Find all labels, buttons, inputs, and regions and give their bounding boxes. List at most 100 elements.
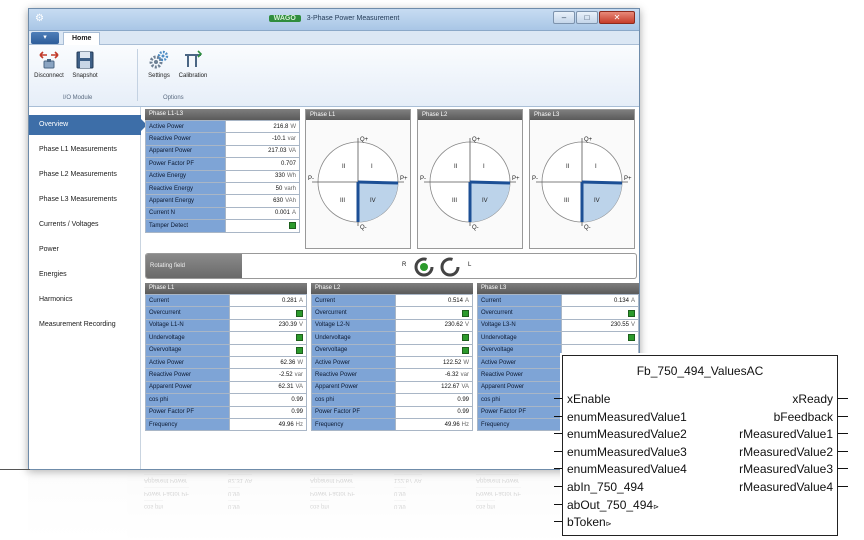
disconnect-label: Disconnect: [34, 73, 64, 79]
sidebar-item-overview[interactable]: Overview: [29, 115, 147, 135]
row-label: Current: [145, 293, 230, 308]
reflection-cell: cos phi: [144, 500, 164, 512]
snapshot-button[interactable]: Snapshot: [69, 49, 101, 79]
row-value: [560, 306, 639, 320]
disconnect-icon: [39, 51, 59, 69]
quadrant-iv-sector: [358, 182, 398, 222]
value-unit: W: [297, 359, 303, 366]
quadrant-label-q-minus: Q-: [360, 225, 367, 231]
fb-output-pin: [838, 468, 848, 470]
value-unit: W: [463, 359, 469, 366]
table-row: Active Power 122.52 W: [311, 355, 474, 370]
quadrant-label-q-plus: Q+: [472, 137, 481, 143]
value-number: 0.99: [291, 409, 303, 416]
phase-table-l2: Phase L2 Current 0.514 A Overcurrent Voltage…: [311, 283, 474, 432]
reflection-cell: cos phi: [476, 500, 496, 512]
sidebar-item-harmonics[interactable]: Harmonics: [29, 290, 141, 310]
fb-input-pin: [554, 468, 562, 470]
save-icon: [76, 51, 94, 69]
row-label: Overvoltage: [145, 343, 230, 357]
sidebar-item-energies[interactable]: Energies: [29, 265, 141, 285]
table-row: Active Power 216.8 W: [144, 119, 300, 134]
quadrant-panel-l2: Phase L2 Q+ Q- P+ P- II I III IV: [417, 109, 523, 249]
sidebar-item-recording[interactable]: Measurement Recording: [29, 315, 141, 335]
fb-output-rMeasuredValue2: rMeasuredValue2: [739, 444, 833, 459]
sidebar-item-phase-l1[interactable]: Phase L1 Measurements: [29, 140, 141, 160]
row-label: Power Factor PF: [311, 405, 396, 419]
row-label: Overvoltage: [311, 343, 396, 357]
fb-input-abOut_750_494: abOut_750_494⊳: [567, 496, 659, 514]
gears-icon: [149, 50, 169, 69]
fb-input-enumMeasuredValue4: enumMeasuredValue4: [567, 460, 687, 478]
row-value: -6.32 var: [394, 368, 474, 382]
value-number: 0.134: [613, 297, 629, 304]
tab-home[interactable]: Home: [63, 32, 101, 45]
row-label: Voltage L3-N: [477, 318, 562, 333]
row-label: Apparent Power: [144, 144, 227, 159]
quadrant-label-p-plus: P+: [512, 176, 520, 182]
value-number: 216.8: [273, 123, 289, 130]
title-bar[interactable]: ⚙ WAGO 3-Phase Power Measurement – □ ✕: [29, 9, 639, 31]
fb-input-xEnable: xEnable: [567, 390, 610, 408]
quadrant-label-q-plus: Q+: [360, 137, 369, 143]
quadrant-label-q3: III: [452, 198, 457, 204]
fb-input-label: abIn_750_494: [567, 480, 644, 494]
disconnect-button[interactable]: Disconnect: [33, 49, 65, 79]
settings-button[interactable]: Settings: [143, 49, 175, 79]
row-label: Power Factor PF: [145, 405, 230, 419]
table-row: Current 0.514 A: [311, 293, 474, 308]
quadrant-label-q3: III: [340, 198, 345, 204]
table-row: Voltage L2-N 230.62 V: [311, 318, 474, 333]
maximize-button[interactable]: □: [576, 11, 598, 24]
sidebar-item-phase-l2[interactable]: Phase L2 Measurements: [29, 165, 141, 185]
table-row: Current 0.281 A: [145, 293, 308, 308]
fb-input-label: enumMeasuredValue3: [567, 444, 687, 459]
row-value: [228, 306, 308, 320]
row-label: Reactive Power: [311, 368, 396, 382]
quadrant-panel-l1: Phase L1 Q+ Q- P+ P- II I III IV: [305, 109, 411, 249]
row-value: 62.36 W: [228, 355, 308, 370]
fb-input-label: enumMeasuredValue4: [567, 462, 687, 477]
row-label: Apparent Energy: [144, 194, 227, 208]
calibration-button[interactable]: Calibration: [177, 49, 209, 79]
row-label: Overcurrent: [477, 306, 562, 320]
row-value: -2.52 var: [228, 368, 308, 382]
value-unit: var: [460, 372, 469, 379]
sidebar: Overview Phase L1 Measurements Phase L2 …: [29, 107, 147, 469]
rotation-left-label: L: [468, 262, 472, 268]
ribbon-separator: [137, 49, 138, 101]
table-row: Undervoltage: [477, 331, 639, 345]
minimize-button[interactable]: –: [553, 11, 575, 24]
status-led-icon: [296, 334, 303, 342]
row-label: cos phi: [477, 393, 562, 407]
quadrant-diagram: Q+Q-P+P-II IIII IV: [420, 137, 520, 231]
fb-input-label: bToken: [567, 515, 606, 530]
power-vector: [469, 180, 511, 185]
sidebar-item-currents-voltages[interactable]: Currents / Voltages: [29, 215, 141, 235]
reflection-cell: Apparent Power: [476, 474, 520, 486]
reflection-row: Power Factor PF 0.99 Power Factor PF 0.99 Po…: [28, 487, 640, 499]
app-menu-button[interactable]: ▾: [31, 32, 59, 44]
status-led-icon: [628, 334, 635, 342]
value-number: 0.99: [291, 396, 303, 403]
value-number: 50: [275, 185, 283, 192]
fb-input-pin: [554, 433, 562, 435]
quadrant-header: Phase L3: [530, 110, 634, 120]
close-button[interactable]: ✕: [599, 11, 635, 24]
window-title: 3-Phase Power Measurement: [306, 15, 400, 22]
quadrant-iv-sector: [470, 182, 510, 222]
row-value: 49.96 Hz: [228, 417, 308, 432]
row-value: 122.67 VA: [394, 380, 474, 395]
quadrant-label-p-plus: P+: [400, 176, 408, 182]
quadrant-panel-l3: Phase L3 Q+ Q- P+ P- II I III IV: [529, 109, 635, 249]
row-value: 62.31 VA: [228, 380, 308, 395]
fb-output-xReady: xReady: [792, 392, 833, 406]
reflection-cell: Power Factor PF: [476, 487, 522, 499]
sidebar-item-phase-l3[interactable]: Phase L3 Measurements: [29, 190, 141, 210]
overview-panel: Phase L1-L3 Active Power 216.8 W Reactive P…: [144, 109, 300, 233]
row-value: 216.8 W: [225, 119, 300, 134]
row-label: Undervoltage: [477, 331, 562, 345]
reflection-cell: 122.67 VA: [394, 474, 422, 486]
sidebar-item-power[interactable]: Power: [29, 240, 141, 260]
phase-header: Phase L3: [477, 283, 639, 294]
